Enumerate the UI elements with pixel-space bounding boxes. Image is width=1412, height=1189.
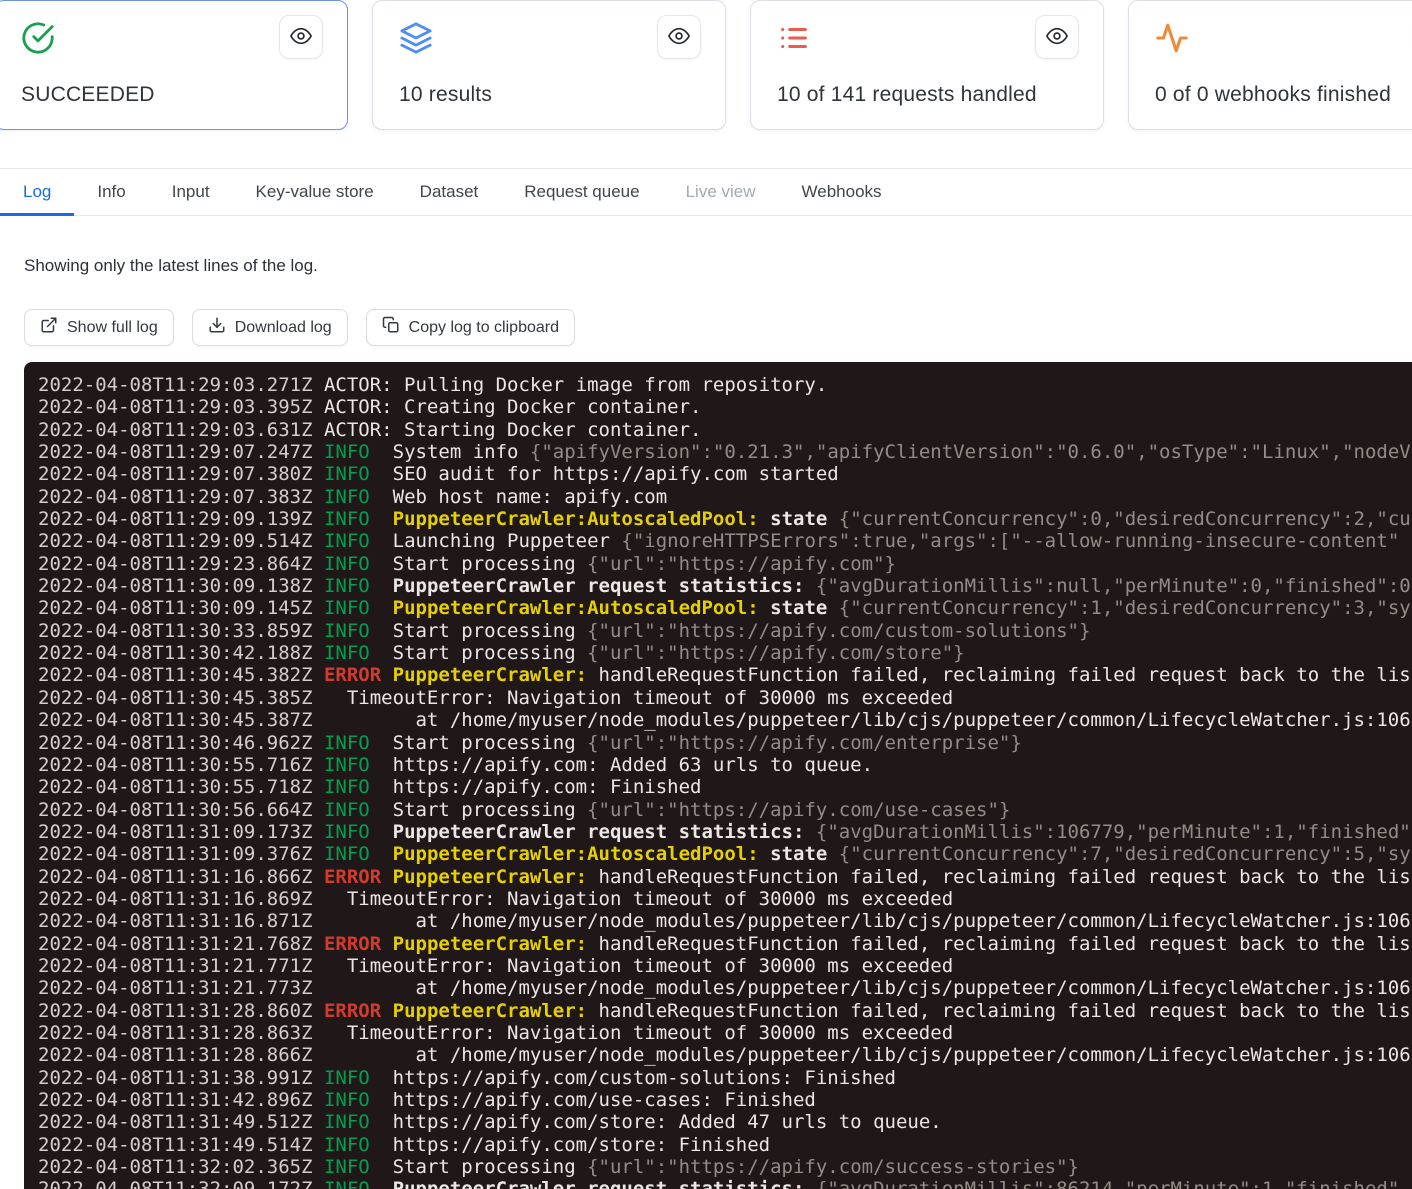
log-line: 2022-04-08T11:30:45.382Z ERROR Puppeteer… (38, 664, 1412, 686)
log-line: 2022-04-08T11:31:09.173Z INFO PuppeteerC… (38, 821, 1412, 843)
log-line: 2022-04-08T11:31:16.866Z ERROR Puppeteer… (38, 866, 1412, 888)
log-actions: Show full log Download log Copy log to cli… (24, 309, 575, 346)
log-line: 2022-04-08T11:31:21.773Z at /home/myuser… (38, 977, 1412, 999)
log-line: 2022-04-08T11:30:09.145Z INFO PuppeteerC… (38, 597, 1412, 619)
log-line: 2022-04-08T11:30:45.385Z TimeoutError: N… (38, 687, 1412, 709)
log-line: 2022-04-08T11:29:07.383Z INFO Web host n… (38, 486, 1412, 508)
tab-bar: LogInfoInputKey-value storeDatasetReques… (0, 168, 1412, 216)
external-link-icon (40, 316, 58, 339)
tab-key-value-store[interactable]: Key-value store (233, 169, 397, 215)
tab-webhooks[interactable]: Webhooks (779, 169, 905, 215)
download-log-button[interactable]: Download log (192, 309, 348, 346)
log-line: 2022-04-08T11:30:33.859Z INFO Start proc… (38, 620, 1412, 642)
activity-icon (1155, 21, 1191, 57)
log-line: 2022-04-08T11:31:21.771Z TimeoutError: N… (38, 955, 1412, 977)
log-line: 2022-04-08T11:30:56.664Z INFO Start proc… (38, 799, 1412, 821)
tab-dataset[interactable]: Dataset (397, 169, 502, 215)
log-line: 2022-04-08T11:30:46.962Z INFO Start proc… (38, 732, 1412, 754)
log-line: 2022-04-08T11:29:09.514Z INFO Launching … (38, 530, 1412, 552)
log-line: 2022-04-08T11:31:28.866Z at /home/myuser… (38, 1044, 1412, 1066)
tab-live-view[interactable]: Live view (663, 169, 779, 215)
button-label: Show full log (67, 319, 158, 337)
requests-card: 10 of 141 requests handled (750, 0, 1104, 130)
log-line: 2022-04-08T11:30:09.138Z INFO PuppeteerC… (38, 575, 1412, 597)
webhooks-card: 0 of 0 webhooks finished (1128, 0, 1412, 130)
card-label: 0 of 0 webhooks finished (1155, 83, 1391, 107)
log-line: 2022-04-08T11:32:09.172Z INFO PuppeteerC… (38, 1178, 1412, 1189)
tab-input[interactable]: Input (149, 169, 233, 215)
log-line: 2022-04-08T11:29:23.864Z INFO Start proc… (38, 553, 1412, 575)
card-label: SUCCEEDED (21, 83, 155, 107)
button-label: Download log (235, 319, 332, 337)
list-icon (777, 21, 813, 57)
card-label: 10 results (399, 83, 492, 107)
check-circle-icon (21, 21, 57, 57)
show-full-log-button[interactable]: Show full log (24, 309, 174, 346)
requests-card-preview-button[interactable] (1035, 15, 1079, 59)
layers-icon (399, 21, 435, 57)
card-label: 10 of 141 requests handled (777, 83, 1037, 107)
log-line: 2022-04-08T11:31:21.768Z ERROR Puppeteer… (38, 933, 1412, 955)
stats-cards-row: SUCCEEDED 10 results 10 of 141 requests ha… (0, 0, 1412, 132)
log-line: 2022-04-08T11:30:42.188Z INFO Start proc… (38, 642, 1412, 664)
log-line: 2022-04-08T11:31:16.871Z at /home/myuser… (38, 910, 1412, 932)
log-line: 2022-04-08T11:31:42.896Z INFO https://ap… (38, 1089, 1412, 1111)
log-line: 2022-04-08T11:31:09.376Z INFO PuppeteerC… (38, 843, 1412, 865)
copy-log-to-clipboard-button[interactable]: Copy log to clipboard (366, 309, 575, 346)
log-terminal[interactable]: 2022-04-08T11:29:03.271Z ACTOR: Pulling … (24, 362, 1412, 1189)
copy-icon (382, 316, 400, 339)
tab-info[interactable]: Info (74, 169, 148, 215)
actor-run-detail-page: SUCCEEDED 10 results 10 of 141 requests ha… (0, 0, 1412, 1189)
status-card-preview-button[interactable] (279, 15, 323, 59)
tab-request-queue[interactable]: Request queue (501, 169, 662, 215)
log-line: 2022-04-08T11:32:02.365Z INFO Start proc… (38, 1156, 1412, 1178)
status-card: SUCCEEDED (0, 0, 348, 130)
eye-icon (668, 25, 690, 50)
log-line: 2022-04-08T11:30:45.387Z at /home/myuser… (38, 709, 1412, 731)
log-line: 2022-04-08T11:31:16.869Z TimeoutError: N… (38, 888, 1412, 910)
results-card: 10 results (372, 0, 726, 130)
log-line: 2022-04-08T11:31:28.860Z ERROR Puppeteer… (38, 1000, 1412, 1022)
log-line: 2022-04-08T11:31:49.512Z INFO https://ap… (38, 1111, 1412, 1133)
eye-icon (1046, 25, 1068, 50)
log-line: 2022-04-08T11:31:28.863Z TimeoutError: N… (38, 1022, 1412, 1044)
log-line: 2022-04-08T11:29:07.380Z INFO SEO audit … (38, 463, 1412, 485)
log-line: 2022-04-08T11:30:55.716Z INFO https://ap… (38, 754, 1412, 776)
eye-icon (290, 25, 312, 50)
log-line: 2022-04-08T11:29:07.247Z INFO System inf… (38, 441, 1412, 463)
log-line: 2022-04-08T11:31:38.991Z INFO https://ap… (38, 1067, 1412, 1089)
log-line: 2022-04-08T11:29:03.395Z ACTOR: Creating… (38, 396, 1412, 418)
tab-log[interactable]: Log (0, 169, 74, 215)
log-line: 2022-04-08T11:31:49.514Z INFO https://ap… (38, 1134, 1412, 1156)
log-line: 2022-04-08T11:29:03.631Z ACTOR: Starting… (38, 419, 1412, 441)
download-icon (208, 316, 226, 339)
log-line: 2022-04-08T11:30:55.718Z INFO https://ap… (38, 776, 1412, 798)
log-line: 2022-04-08T11:29:03.271Z ACTOR: Pulling … (38, 374, 1412, 396)
log-line: 2022-04-08T11:29:09.139Z INFO PuppeteerC… (38, 508, 1412, 530)
button-label: Copy log to clipboard (409, 319, 559, 337)
results-card-preview-button[interactable] (657, 15, 701, 59)
log-notice: Showing only the latest lines of the log… (24, 256, 318, 276)
